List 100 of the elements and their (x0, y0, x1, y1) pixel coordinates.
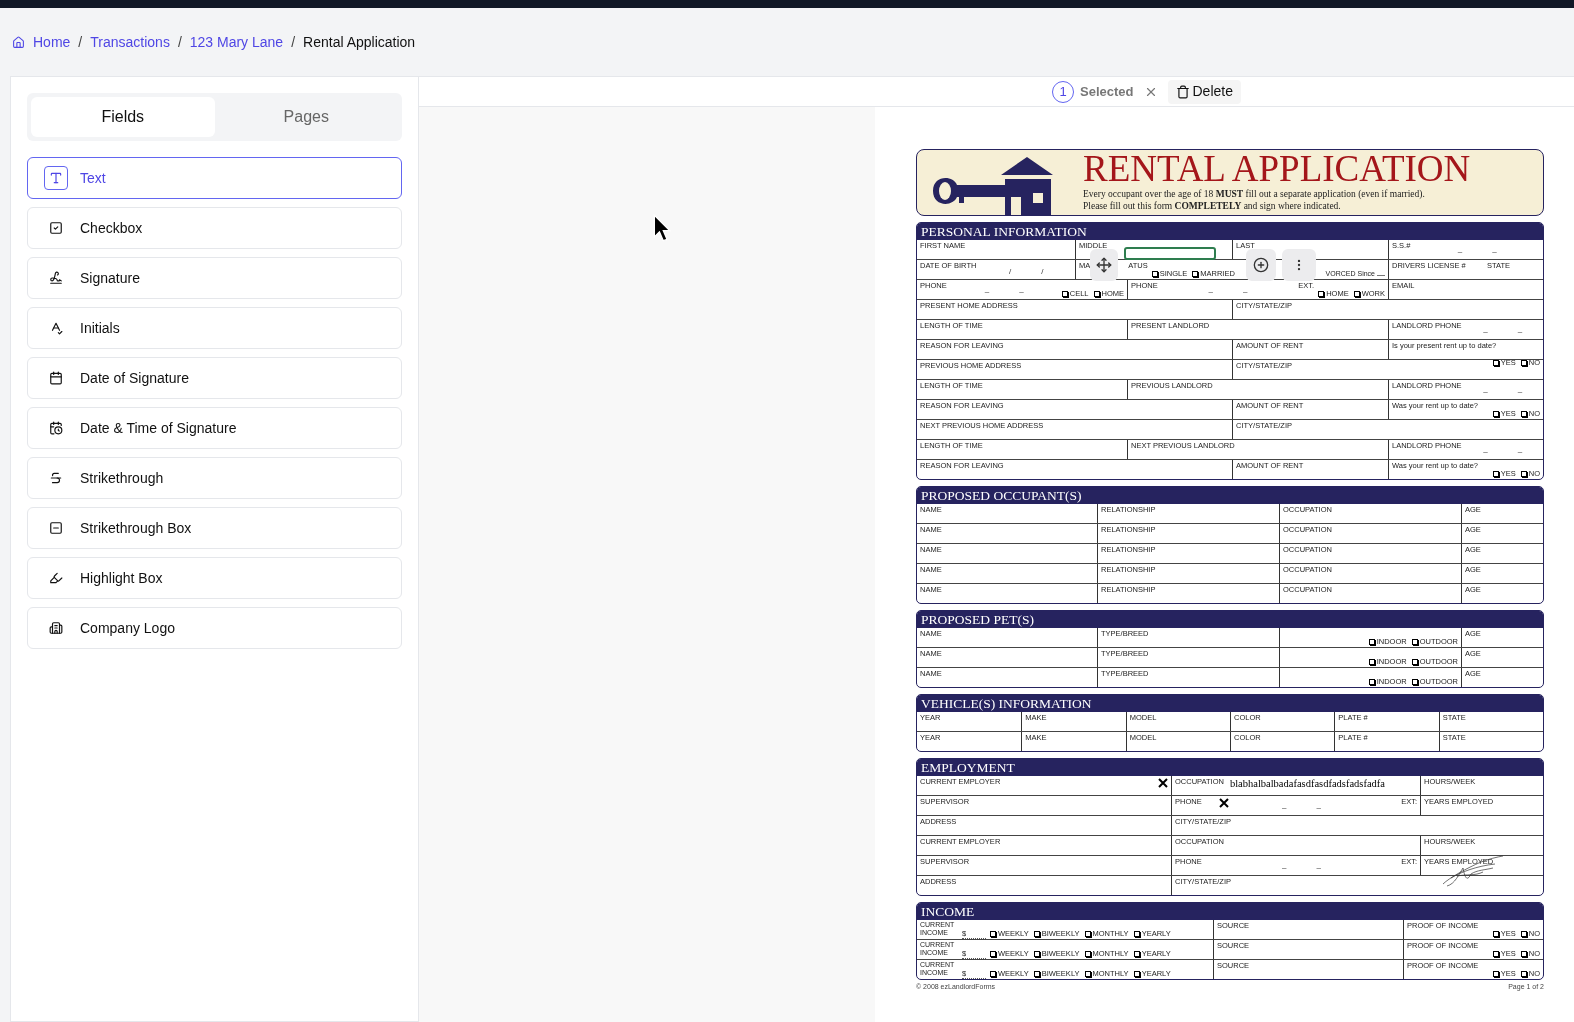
calendar-icon (49, 371, 63, 385)
separator-mark: – (1483, 447, 1488, 457)
checkbox[interactable] (1492, 470, 1499, 477)
checkbox[interactable] (1368, 638, 1375, 645)
checkbox[interactable] (1520, 970, 1527, 977)
checkbox[interactable] (1411, 658, 1418, 665)
separator-mark: / (1041, 267, 1044, 277)
field-type-item[interactable]: Signature (27, 257, 402, 299)
section-title: PROPOSED OCCUPANT(S) (917, 487, 1543, 504)
field-type-item[interactable]: Date & Time of Signature (27, 407, 402, 449)
checkbox[interactable] (1492, 930, 1499, 937)
checkbox[interactable] (1084, 930, 1091, 937)
tab[interactable]: Pages (214, 97, 398, 137)
checkbox[interactable] (1084, 950, 1091, 957)
checkbox[interactable] (1353, 290, 1360, 297)
form-title: RENTAL APPLICATION (1083, 150, 1471, 188)
separator-mark: – (1517, 387, 1523, 397)
checkbox[interactable] (1033, 970, 1040, 977)
breadcrumb-link[interactable]: 123 Mary Lane (189, 31, 284, 53)
field-type-item[interactable]: Strikethrough Box (27, 507, 402, 549)
checkbox[interactable] (1492, 359, 1499, 366)
cursor-icon (653, 214, 671, 242)
separator-mark: – (1517, 327, 1523, 337)
highlighter-icon (49, 571, 63, 585)
checkbox[interactable] (1033, 950, 1040, 957)
spellcheck-icon (49, 321, 63, 335)
breadcrumb-separator: / (177, 32, 182, 52)
checkbox[interactable] (1520, 930, 1527, 937)
trash-icon (1175, 84, 1190, 99)
section-title: PERSONAL INFORMATION (917, 223, 1543, 240)
separator-mark: – (1316, 863, 1321, 873)
x-mark-icon[interactable] (1158, 778, 1168, 788)
separator-mark: – (1457, 247, 1463, 257)
separator-mark: / (1008, 267, 1012, 277)
checkbox[interactable] (1520, 410, 1527, 417)
checkbox[interactable] (1411, 638, 1418, 645)
field-type-item[interactable]: Strikethrough (27, 457, 402, 499)
breadcrumb-separator: / (291, 32, 296, 52)
separator-mark: – (1517, 447, 1523, 457)
field-type-item[interactable]: Company Logo (27, 607, 402, 649)
checkbox[interactable] (1093, 290, 1100, 297)
strikethrough-icon (49, 471, 63, 485)
text-field[interactable] (1124, 247, 1216, 260)
breadcrumb-current[interactable]: Rental Application (303, 31, 416, 53)
field-type-item[interactable]: Checkbox (27, 207, 402, 249)
checkbox[interactable] (1520, 359, 1527, 366)
text-icon (49, 171, 63, 185)
separator-mark: – (1281, 803, 1287, 813)
breadcrumb-separator: / (78, 32, 83, 52)
checkbox[interactable] (1411, 678, 1418, 685)
checkbox[interactable] (1520, 950, 1527, 957)
checkbox[interactable] (1133, 970, 1140, 977)
separator-mark: – (1208, 287, 1213, 297)
breadcrumb-link[interactable]: Transactions (90, 31, 170, 53)
square-minus-icon (49, 521, 63, 535)
field-type-item[interactable]: Initials (27, 307, 402, 349)
move-handle[interactable] (1090, 249, 1118, 281)
checkbox[interactable] (990, 950, 996, 957)
checkbox[interactable] (1368, 658, 1375, 665)
field-type-item[interactable]: Highlight Box (27, 557, 402, 599)
checkbox[interactable] (1033, 930, 1040, 937)
checkbox[interactable] (990, 930, 996, 937)
checkbox[interactable] (1368, 678, 1375, 685)
tab[interactable]: Fields (31, 97, 215, 137)
checkbox[interactable] (1520, 470, 1527, 477)
checkbox[interactable] (1133, 930, 1140, 937)
form-instructions: Every occupant over the age of 18 MUST fill out a separate application (even if married). (1083, 188, 1426, 200)
field-type-item[interactable]: Date of Signature (27, 357, 402, 399)
separator-mark: – (1019, 287, 1024, 297)
field-type-item[interactable]: Text (27, 157, 402, 199)
home-icon (12, 35, 25, 49)
separator-mark: – (1281, 863, 1287, 873)
building-icon (49, 621, 63, 635)
checkbox[interactable] (1492, 410, 1499, 417)
checkbox[interactable] (1318, 290, 1325, 297)
section-title: INCOME (917, 903, 1543, 920)
separator-mark: – (1483, 387, 1488, 397)
delete-button[interactable]: Delete (1167, 79, 1241, 104)
checkbox[interactable] (1492, 950, 1499, 957)
checkbox[interactable] (990, 970, 996, 977)
checkbox[interactable] (1192, 270, 1199, 277)
separator-mark: – (1243, 287, 1248, 297)
signature-icon (49, 271, 63, 285)
checkbox[interactable] (1133, 950, 1140, 957)
calendar-clock-icon (49, 421, 63, 435)
checkbox[interactable] (1151, 270, 1158, 277)
checkbox[interactable] (1492, 970, 1499, 977)
x-mark-icon[interactable] (1219, 798, 1229, 808)
plus-icon (1253, 257, 1269, 273)
breadcrumb-link[interactable]: Home (33, 31, 71, 53)
separator-mark: – (984, 287, 990, 297)
section-title: VEHICLE(S) INFORMATION (917, 695, 1543, 712)
section-title: PROPOSED PET(S) (917, 611, 1543, 628)
checkbox[interactable] (1061, 290, 1068, 297)
checkbox-icon (49, 221, 63, 235)
move-icon (1096, 257, 1112, 273)
selection-status: Selected (1080, 82, 1134, 101)
separator-mark: – (1483, 327, 1488, 337)
add-button[interactable] (1246, 249, 1276, 281)
checkbox[interactable] (1084, 970, 1091, 977)
